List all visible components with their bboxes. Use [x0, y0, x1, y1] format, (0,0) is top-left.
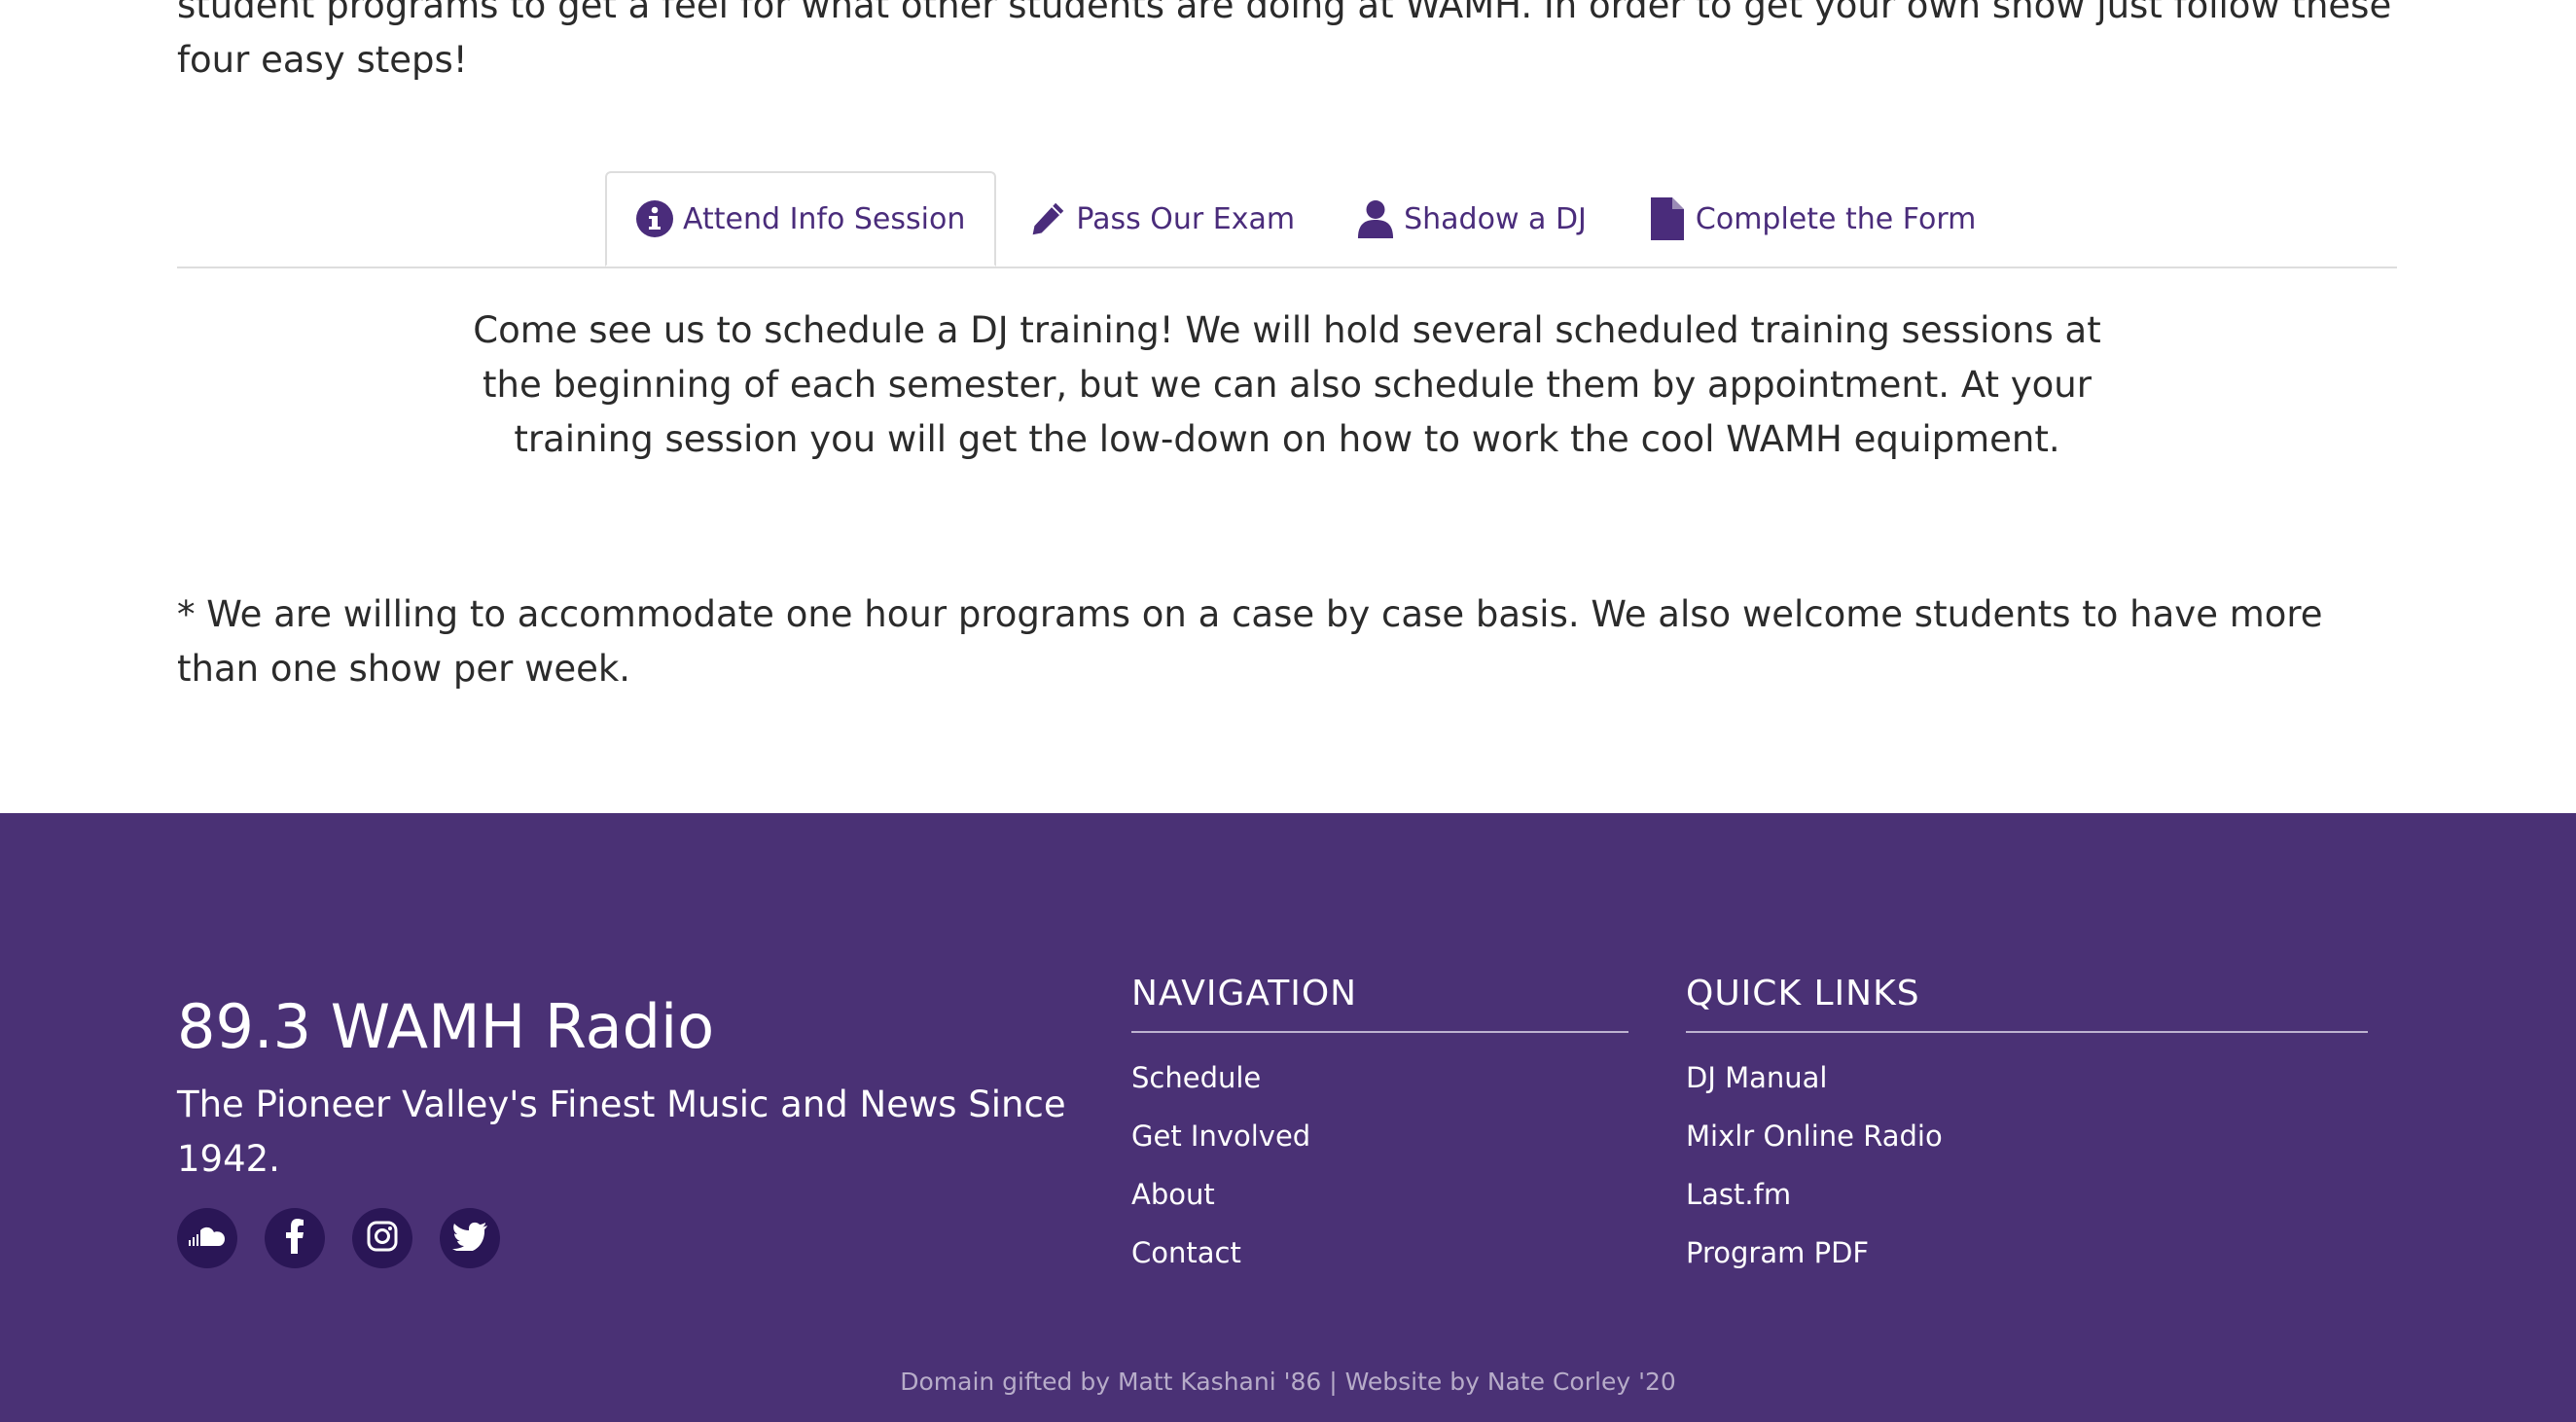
facebook-link[interactable] — [265, 1208, 325, 1268]
tab-label: Complete the Form — [1695, 201, 1977, 236]
nav-link-schedule[interactable]: Schedule — [1131, 1061, 1261, 1094]
quick-link-mixlr[interactable]: Mixlr Online Radio — [1686, 1120, 1943, 1153]
nav-link-contact[interactable]: Contact — [1131, 1236, 1241, 1269]
social-links — [177, 1208, 500, 1268]
tab-pass-our-exam[interactable]: Pass Our Exam — [1000, 173, 1324, 265]
tab-shadow-a-dj[interactable]: Shadow a DJ — [1328, 173, 1616, 265]
list-item: Contact — [1131, 1235, 1628, 1294]
soundcloud-icon — [186, 1225, 229, 1252]
tab-attend-info-session[interactable]: Attend Info Session — [605, 171, 997, 267]
quick-links-heading: QUICK LINKS — [1686, 974, 2368, 1033]
tab-complete-the-form[interactable]: Complete the Form — [1620, 173, 2005, 265]
instagram-link[interactable] — [352, 1208, 412, 1268]
tab-label: Attend Info Session — [683, 201, 966, 236]
list-item: Mixlr Online Radio — [1686, 1119, 2368, 1177]
quick-link-dj-manual[interactable]: DJ Manual — [1686, 1061, 1827, 1094]
quick-link-program-pdf[interactable]: Program PDF — [1686, 1236, 1869, 1269]
nav-link-about[interactable]: About — [1131, 1178, 1215, 1211]
user-icon — [1357, 198, 1394, 239]
steps-tabs: Attend Info Session Pass Our Exam Shadow… — [605, 171, 2009, 267]
navigation-heading: NAVIGATION — [1131, 974, 1628, 1033]
tab-label: Pass Our Exam — [1076, 201, 1296, 236]
list-item: Get Involved — [1131, 1119, 1628, 1177]
list-item: DJ Manual — [1686, 1060, 2368, 1119]
intro-text-bottom: four easy steps! — [177, 39, 468, 81]
footer-station-name: 89.3 WAMH Radio — [177, 991, 715, 1062]
footer-tagline: The Pioneer Valley's Finest Music and Ne… — [177, 1084, 1066, 1180]
footer-navigation: NAVIGATION Schedule Get Involved About C… — [1131, 974, 1628, 1294]
nav-link-get-involved[interactable]: Get Involved — [1131, 1120, 1310, 1153]
tab-label: Shadow a DJ — [1404, 201, 1587, 236]
intro-paragraph: student programs to get a feel for what … — [177, 0, 2395, 88]
tab-panel-attend-info-session: Come see us to schedule a DJ training! W… — [177, 303, 2397, 467]
list-item: About — [1131, 1177, 1628, 1235]
list-item: Program PDF — [1686, 1235, 2368, 1294]
file-icon — [1649, 197, 1686, 240]
footer-credit: Domain gifted by Matt Kashani '86 | Webs… — [900, 1368, 1676, 1396]
steps-tab-bar: Attend Info Session Pass Our Exam Shadow… — [177, 171, 2397, 268]
facebook-icon — [284, 1219, 305, 1258]
navigation-list: Schedule Get Involved About Contact — [1131, 1060, 1628, 1294]
footer-quick-links: QUICK LINKS DJ Manual Mixlr Online Radio… — [1686, 974, 2368, 1294]
info-circle-icon — [636, 198, 673, 239]
quick-link-lastfm[interactable]: Last.fm — [1686, 1178, 1791, 1211]
footnote: * We are willing to accommodate one hour… — [177, 593, 2323, 690]
soundcloud-link[interactable] — [177, 1208, 237, 1268]
quick-links-list: DJ Manual Mixlr Online Radio Last.fm Pro… — [1686, 1060, 2368, 1294]
site-footer: 89.3 WAMH Radio The Pioneer Valley's Fin… — [0, 813, 2576, 1422]
twitter-icon — [452, 1222, 487, 1255]
list-item: Schedule — [1131, 1060, 1628, 1119]
tab-panel-text: Come see us to schedule a DJ training! W… — [473, 309, 2101, 460]
instagram-icon — [367, 1221, 398, 1256]
list-item: Last.fm — [1686, 1177, 2368, 1235]
pencil-icon — [1029, 198, 1066, 239]
twitter-link[interactable] — [440, 1208, 500, 1268]
intro-text-top: student programs to get a feel for what … — [177, 0, 2392, 26]
